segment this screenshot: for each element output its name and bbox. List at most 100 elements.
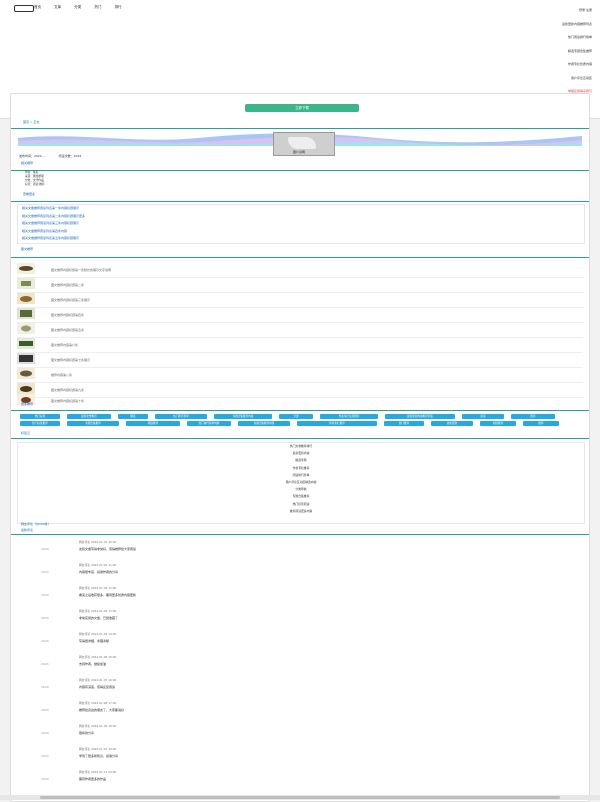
horizontal-scrollbar[interactable]	[0, 795, 600, 800]
center-link[interactable]: 推荐阅读更多内容	[18, 508, 584, 515]
comment-meta: 网友评论 2024-01-09 18:00	[79, 724, 117, 728]
tag-button[interactable]: 最新文章推荐	[67, 414, 111, 419]
right-link[interactable]: 作者专栏优质内容	[512, 58, 592, 72]
center-link[interactable]: 精选专题	[18, 457, 584, 464]
tag-button[interactable]: 推荐	[523, 421, 559, 426]
comment-meta: 网友评论 2024-01-02 11:00	[79, 563, 117, 567]
comment-meta: 网友评论 2024-01-03 12:00	[79, 586, 117, 590]
comment-time: 2024	[41, 616, 49, 620]
comment-meta: 网友评论 2024-01-11 20:00	[79, 770, 117, 774]
publish-time: 发布时间：2024-...	[19, 154, 46, 158]
tag-button[interactable]: 阅读	[462, 414, 504, 419]
comment-text: 内容很丰富，感谢作者的分享	[79, 570, 119, 574]
center-link[interactable]: 最新更新内容	[18, 450, 584, 457]
thumb-item[interactable]: 图文推荐内容标题第五条	[17, 322, 583, 338]
thumbnail-image	[17, 353, 35, 364]
thumb-label: 图文推荐内容标题第三条展示	[51, 298, 91, 302]
center-link[interactable]: 作者专栏推荐	[18, 465, 584, 472]
center-link[interactable]: 阅读排行榜单	[18, 472, 584, 479]
divider	[11, 410, 589, 411]
tag-button[interactable]: 推荐	[511, 414, 555, 419]
thumb-label: 图文推荐内容第六条	[51, 343, 79, 347]
center-link[interactable]: 热门文章推荐排行	[18, 443, 584, 450]
thumb-label: 图文推荐内容标题第五条	[51, 328, 85, 332]
divider	[11, 128, 589, 129]
center-link[interactable]: 分类导航	[18, 486, 584, 493]
thumb-label: 图文推荐内容标题第四条	[51, 313, 85, 317]
comment-text: 支持作者，继续加油	[79, 662, 107, 666]
related-link[interactable]: 相关文章推荐阅读列表第五条内容标题展示	[18, 235, 584, 243]
comment-text: 学到了很多新知识，感谢分享	[79, 754, 119, 758]
comment-text: 内容有深度，值得反复阅读	[79, 685, 116, 689]
comment-text: 推荐给身边的朋友了，大家都说好	[79, 708, 125, 712]
right-link[interactable]: 精选专题合集推荐	[512, 45, 592, 59]
right-link[interactable]: 用户评论互动区	[512, 72, 592, 86]
related-link[interactable]: 相关文章推荐阅读列表第四条内容	[18, 228, 584, 236]
comment-text: 期待作者更多的作品	[79, 777, 107, 781]
tag-button[interactable]: 分类	[279, 414, 313, 419]
center-link[interactable]: 热门标签阅读	[18, 501, 584, 508]
thumb-label: 图文推荐内容标题第十条	[51, 399, 85, 403]
right-link[interactable]: 热门阅读排行榜单	[512, 31, 592, 45]
download-button[interactable]: 立即下载	[245, 104, 359, 112]
tag-button[interactable]: 作者专栏优质推荐	[320, 414, 378, 419]
comment-meta: 网友评论 2024-01-07 16:00	[79, 678, 117, 682]
tag-button[interactable]: 热门排行榜单内容	[187, 421, 231, 426]
right-link[interactable]: 最新更新内容推荐列表	[512, 18, 592, 32]
thumb-item[interactable]: 图文推荐内容第六条	[17, 337, 583, 353]
thumb-item[interactable]: 图文推荐内容标题第四条	[17, 307, 583, 323]
thumb-item[interactable]: 推荐内容第八条	[17, 367, 583, 383]
divider	[11, 257, 589, 258]
center-link[interactable]: 用户评论互动区精选内容	[18, 479, 584, 486]
related-link[interactable]: 相关文章推荐阅读列表第二条内容标题展示更多	[18, 213, 584, 221]
tag-button[interactable]: 最新更新	[431, 421, 473, 426]
comment-meta: 网友评论 2024-01-08 17:00	[79, 701, 117, 705]
thumb-item[interactable]: 图文推荐内容标题第二条	[17, 277, 583, 293]
tag-button[interactable]: 热门标签	[20, 414, 60, 419]
thumbnail-image	[17, 368, 35, 379]
comment-time: 2024	[41, 777, 49, 781]
tag-button[interactable]: 专题合集推荐内容	[214, 414, 272, 419]
nav-item[interactable]: 首页	[34, 5, 41, 10]
thumb-label: 图文推荐内容标题第二条	[51, 283, 85, 287]
related-link[interactable]: 相关文章推荐阅读列表第一条内容标题展示	[18, 205, 584, 213]
divider	[11, 170, 589, 171]
tag-button[interactable]: 热门推荐	[384, 421, 424, 426]
nav-item[interactable]: 文库	[54, 5, 61, 10]
tag-button[interactable]: 最新更新内容推荐列表	[385, 414, 455, 419]
scrollbar-thumb[interactable]	[40, 796, 560, 799]
tag-button[interactable]: 作者专栏推荐	[297, 421, 377, 426]
tag-button[interactable]: 阅读推荐	[480, 421, 516, 426]
tag-button[interactable]: 专题合集推荐	[67, 421, 119, 426]
tag-button[interactable]: 热门排行榜单	[155, 414, 207, 419]
comment-meta: 网友评论 2024-01-06 15:00	[79, 655, 117, 659]
tag-button[interactable]: 精选推荐	[126, 421, 180, 426]
thumb-item[interactable]: 图文推荐内容标题第一条较长的展示文字说明	[17, 262, 583, 278]
thumbnail-image	[17, 263, 35, 274]
nav-item[interactable]: 分类	[74, 5, 81, 10]
section-title: 相关推荐	[21, 161, 34, 165]
thumbnail-image	[17, 293, 35, 304]
divider	[11, 438, 589, 439]
tag-button[interactable]: 精选	[118, 414, 148, 419]
thumb-item[interactable]: 图文推荐内容标题第七条展示	[17, 352, 583, 368]
thumb-item[interactable]: 图文推荐内容标题第三条展示	[17, 292, 583, 308]
thumb-item[interactable]: 图文推荐内容标题第十条	[17, 393, 583, 408]
right-link[interactable]: 登录 注册	[512, 4, 592, 18]
read-count: 阅读次数：1024	[58, 154, 82, 158]
more-link[interactable]: 查看更多	[23, 192, 35, 196]
more-link[interactable]: 更多推荐	[21, 402, 33, 406]
tag-button[interactable]: 专题合集推荐内容	[238, 421, 290, 426]
thumbnail-image	[17, 323, 35, 334]
nav-item[interactable]: 热门	[94, 5, 101, 10]
site-logo[interactable]	[14, 5, 34, 12]
nav-item[interactable]: 排行	[115, 5, 122, 10]
tag-button[interactable]: 热门标签推荐	[20, 421, 60, 426]
center-link[interactable]: 专题合集推荐	[18, 493, 584, 500]
comments-subheading: 最新评论	[21, 528, 34, 532]
breadcrumb[interactable]: 首页 > 正文	[23, 120, 39, 124]
related-link[interactable]: 相关文章推荐阅读列表第三条内容标题展示	[18, 220, 584, 228]
center-link-list: 热门文章推荐排行 最新更新内容 精选专题 作者专栏推荐 阅读排行榜单 用户评论互…	[17, 442, 585, 524]
info-line: 标签：阅读 推荐	[25, 182, 45, 186]
right-link-list: 登录 注册 最新更新内容推荐列表 热门阅读排行榜单 精选专题合集推荐 作者专栏优…	[512, 4, 592, 99]
